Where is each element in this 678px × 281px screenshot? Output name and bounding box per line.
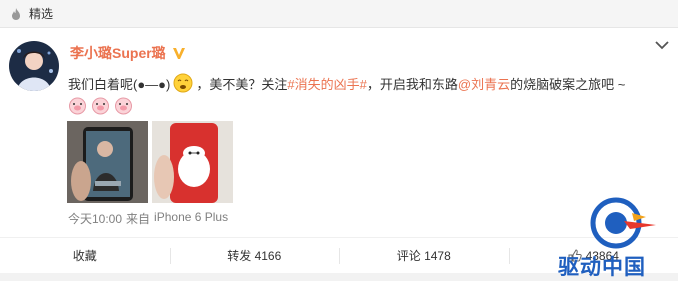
username-link[interactable]: 李小璐Super璐 <box>70 43 166 63</box>
comment-button[interactable]: 评论 1478 <box>339 238 509 273</box>
repost-label: 转发 4166 <box>227 249 282 263</box>
favorite-button[interactable]: 收藏 <box>0 238 170 273</box>
post-device: iPhone 6 Plus <box>154 210 229 224</box>
mention-link[interactable]: @刘青云 <box>458 74 510 93</box>
favorite-label: 收藏 <box>72 249 97 263</box>
laugh-emoji-icon <box>173 73 193 93</box>
post-image-2[interactable] <box>152 121 233 203</box>
topbar-title[interactable]: 精选 <box>29 5 53 22</box>
post-text: 我们白着呢(●—●) ，美不美？关注 #消失的凶手# ，开启我和东路 @刘青云 … <box>68 73 625 93</box>
hashtag-link[interactable]: #消失的凶手# <box>287 74 366 93</box>
user-row: 李小璐Super璐 <box>70 43 186 63</box>
watermark-text: 驱动中国 <box>558 255 646 279</box>
post-text-part2: ，美不美？关注 <box>196 76 288 92</box>
post-source-prefix: 来自 <box>126 212 151 226</box>
flame-icon <box>12 7 20 20</box>
post-meta: 今天10:00 来自 iPhone 6 Plus <box>68 210 228 227</box>
post-time[interactable]: 今天10:00 <box>68 210 122 227</box>
pig-emoji-icon <box>115 97 132 115</box>
repost-button[interactable]: 转发 4166 <box>169 238 340 273</box>
post-text-part3: ，开启我和东路 <box>366 76 458 92</box>
avatar[interactable] <box>9 41 59 91</box>
post-text-part1: 我们白着呢(●—●) <box>68 76 171 92</box>
post-image-1[interactable] <box>67 121 148 203</box>
chevron-down-icon[interactable] <box>655 40 669 50</box>
post-text-part4: 的烧脑破案之旅吧 ~ <box>510 76 626 92</box>
pig-emoji-icon <box>69 97 86 115</box>
v-badge-icon[interactable] <box>172 46 186 60</box>
comment-label: 评论 1478 <box>396 249 451 263</box>
emoji-row <box>68 96 133 115</box>
pig-emoji-icon <box>92 97 109 115</box>
top-bar: 精选 <box>0 0 678 28</box>
